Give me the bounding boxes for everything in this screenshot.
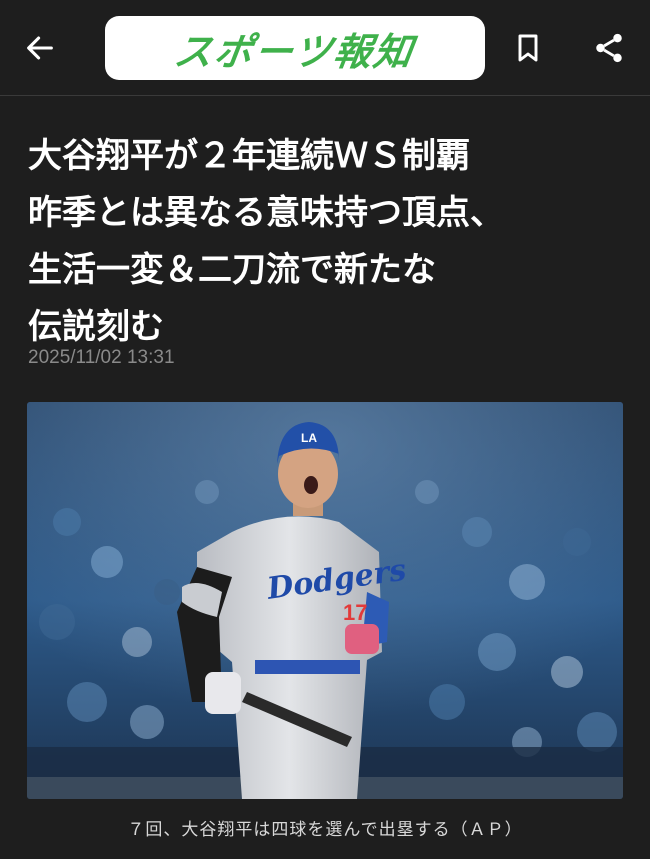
logo-text: スポーツ報知: [171, 29, 418, 74]
headline-line: 昨季とは異なる意味持つ頂点、: [28, 193, 504, 233]
jersey-number: 17: [343, 600, 367, 625]
back-button[interactable]: [20, 28, 60, 68]
article-photo[interactable]: Dodgers 17 LA: [27, 402, 623, 799]
helmet-logo: LA: [301, 431, 317, 445]
top-app-bar: スポーツ報知: [0, 0, 650, 96]
publish-timestamp: 2025/11/02 13:31: [28, 347, 175, 368]
bookmark-button[interactable]: [508, 28, 548, 68]
share-icon: [596, 33, 622, 63]
photo-illustration: Dodgers 17 LA: [27, 402, 623, 799]
headline-line: 大谷翔平が２年連続ＷＳ制覇: [28, 136, 470, 176]
share-button[interactable]: [589, 28, 629, 68]
photo-caption: ７回、大谷翔平は四球を選んで出塁する（ＡＰ）: [127, 820, 523, 840]
bookmark-icon: [518, 34, 538, 62]
article-headline: 大谷翔平が２年連続ＷＳ制覇 昨季とは異なる意味持つ頂点、 生活一変＆二刀流で新た…: [28, 128, 623, 356]
site-logo[interactable]: スポーツ報知: [105, 16, 485, 80]
headline-line: 生活一変＆二刀流で新たな: [28, 250, 436, 290]
arrow-left-icon: [27, 36, 53, 60]
